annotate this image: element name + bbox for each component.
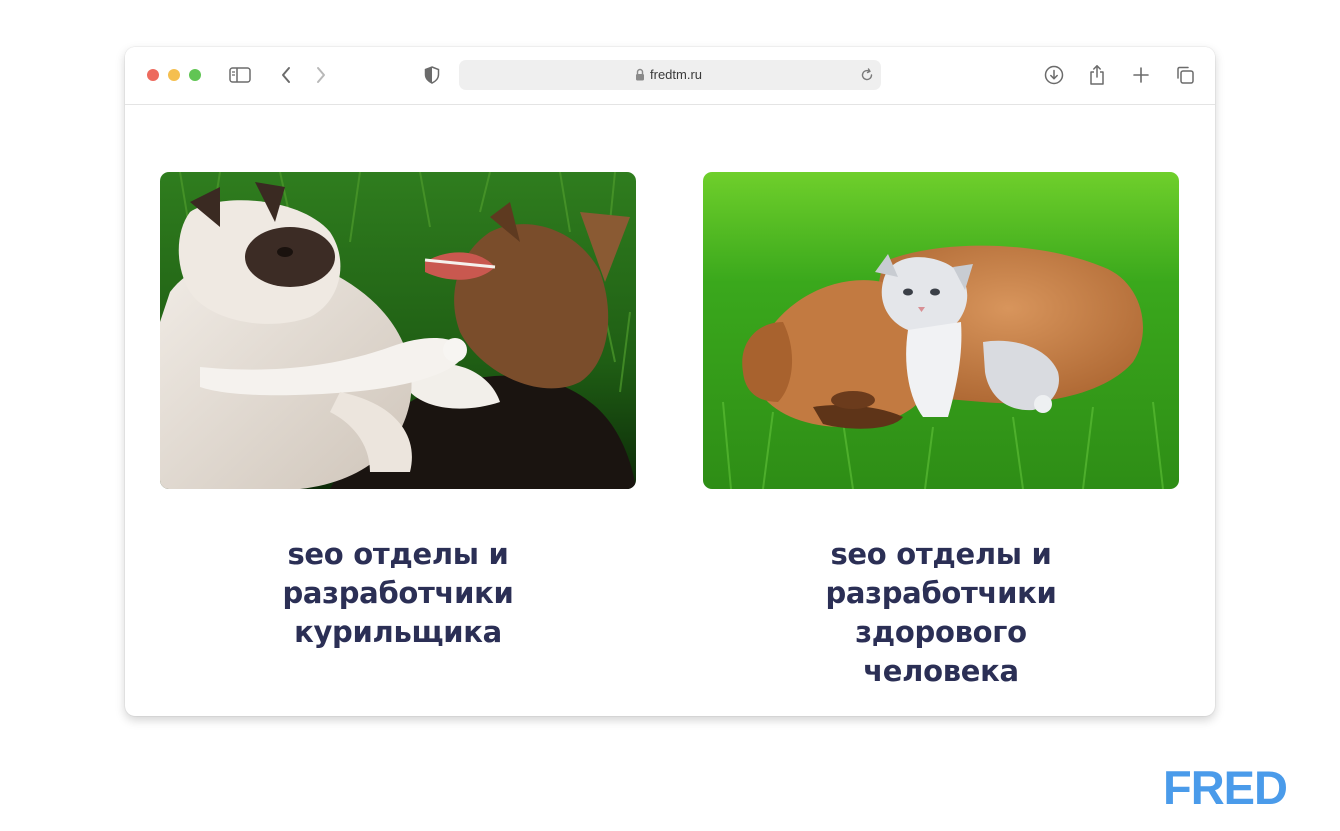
url-text: fredtm.ru	[650, 67, 703, 82]
page-content: seo отделы и разработчики курильщика seo…	[125, 105, 1215, 716]
kitten-hugging-puppy-photo	[703, 172, 1179, 489]
caption-line: курильщика	[294, 615, 502, 649]
zoom-window-button[interactable]	[189, 69, 201, 81]
browser-window: fredtm.ru seo отделы и разработчики кури…	[125, 47, 1215, 716]
caption-line: разработчики	[825, 576, 1057, 610]
caption-left: seo отделы и разработчики курильщика	[160, 535, 636, 652]
chevron-right-icon[interactable]	[309, 63, 333, 87]
caption-line: человека	[863, 654, 1019, 688]
caption-line: seo отделы и	[830, 537, 1052, 571]
lock-icon	[635, 68, 645, 86]
plus-icon[interactable]	[1129, 63, 1153, 87]
chevron-left-icon[interactable]	[274, 63, 298, 87]
tabs-overview-icon[interactable]	[1173, 63, 1197, 87]
download-icon[interactable]	[1042, 63, 1066, 87]
shield-icon[interactable]	[420, 63, 444, 87]
caption-line: seo отделы и	[287, 537, 509, 571]
fred-logo: FRED	[1163, 761, 1288, 814]
address-bar[interactable]: fredtm.ru	[459, 60, 881, 90]
share-icon[interactable]	[1085, 63, 1109, 87]
minimize-window-button[interactable]	[168, 69, 180, 81]
browser-toolbar: fredtm.ru	[125, 47, 1215, 105]
sidebar-icon[interactable]	[228, 63, 252, 87]
cat-fighting-dog-photo	[160, 172, 636, 489]
caption-line: разработчики	[282, 576, 514, 610]
reload-icon[interactable]	[859, 67, 875, 88]
caption-right: seo отделы и разработчики здорового чело…	[703, 535, 1179, 691]
caption-line: здорового	[855, 615, 1027, 649]
close-window-button[interactable]	[147, 69, 159, 81]
